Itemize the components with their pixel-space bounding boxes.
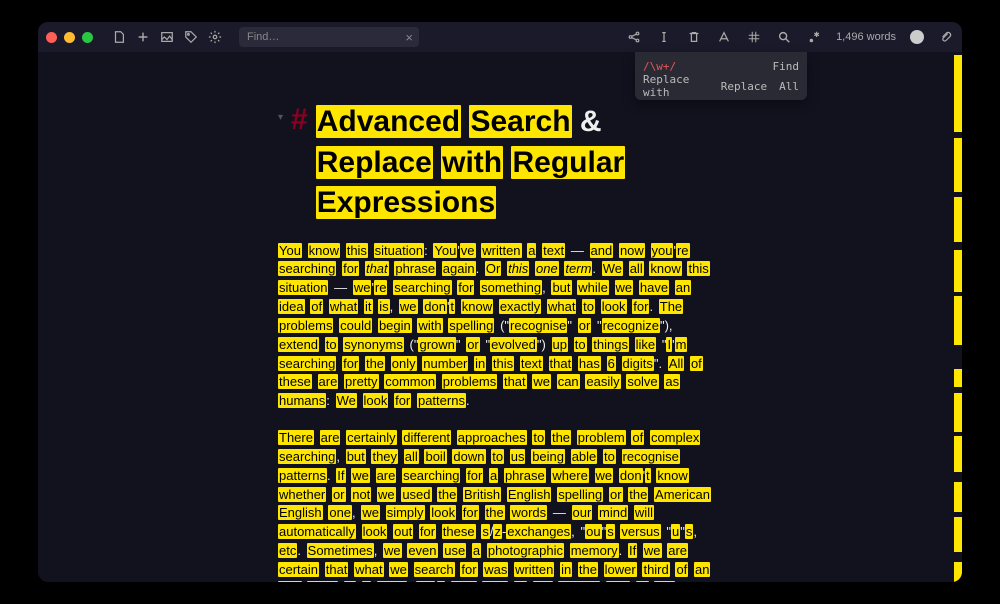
quick-find-input[interactable]: Find… × xyxy=(239,27,419,47)
text-cursor-icon[interactable] xyxy=(656,29,672,45)
maximize-window-button[interactable] xyxy=(82,32,93,43)
grid-icon[interactable] xyxy=(746,29,762,45)
font-icon[interactable] xyxy=(716,29,732,45)
paragraph-1: You know this situation: You've written … xyxy=(278,242,714,412)
image-icon[interactable] xyxy=(159,29,175,45)
regex-icon[interactable] xyxy=(806,29,822,45)
close-window-button[interactable] xyxy=(46,32,57,43)
toolbar-right: 1,496 words xyxy=(626,29,954,45)
traffic-lights xyxy=(46,32,93,43)
document-title: Advanced Search & Replace with Regular E… xyxy=(316,102,714,224)
word-count: 1,496 words xyxy=(836,31,896,43)
paragraph-2: There are certainly different approaches… xyxy=(278,429,714,582)
quick-find-placeholder: Find… xyxy=(247,31,279,43)
match-scrollbar[interactable] xyxy=(954,52,962,582)
clear-find-icon[interactable]: × xyxy=(405,30,413,45)
document-icon[interactable] xyxy=(111,29,127,45)
editor-viewport[interactable]: ▾ # Advanced Search & Replace with Regul… xyxy=(38,52,954,582)
attachment-icon[interactable] xyxy=(938,29,954,45)
app-window: Find… × 1,496 words /\w+/ Find Replace w… xyxy=(38,22,962,582)
toolbar: Find… × 1,496 words xyxy=(38,22,962,52)
avatar[interactable] xyxy=(910,30,924,44)
gear-icon[interactable] xyxy=(207,29,223,45)
fold-triangle-icon[interactable]: ▾ xyxy=(278,112,283,123)
trash-icon[interactable] xyxy=(686,29,702,45)
search-icon[interactable] xyxy=(776,29,792,45)
tag-icon[interactable] xyxy=(183,29,199,45)
add-icon[interactable] xyxy=(135,29,151,45)
heading-marker: # xyxy=(291,102,308,138)
share-icon[interactable] xyxy=(626,29,642,45)
minimize-window-button[interactable] xyxy=(64,32,75,43)
